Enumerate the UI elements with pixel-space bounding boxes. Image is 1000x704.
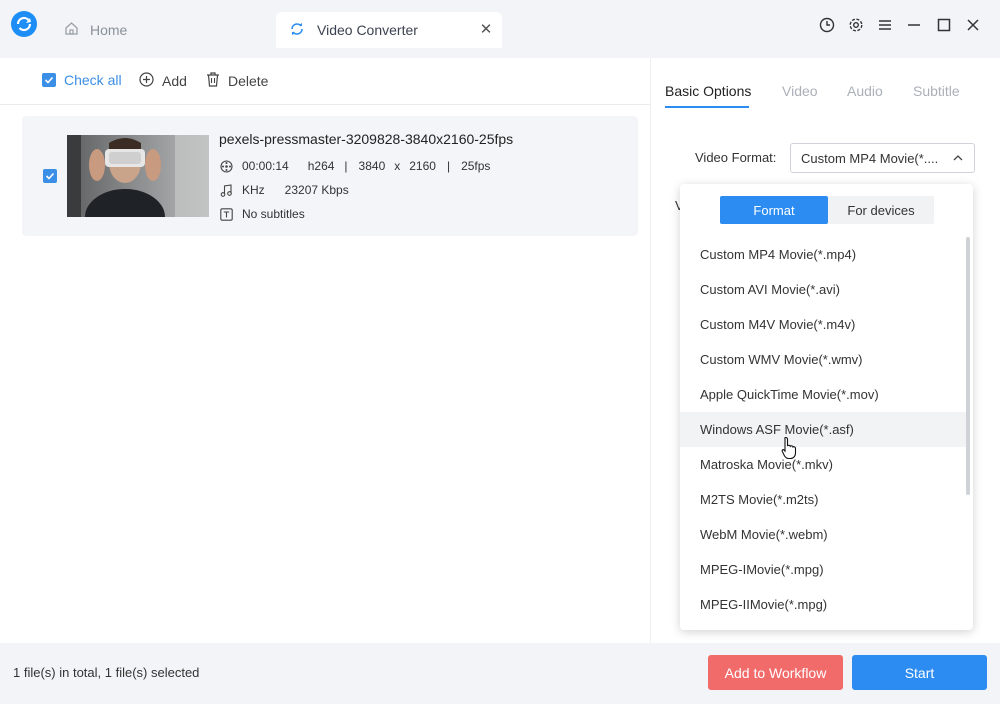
active-tab-indicator bbox=[665, 106, 749, 108]
video-format-select[interactable]: Custom MP4 Movie(*.... bbox=[790, 143, 975, 173]
file-item-checkbox[interactable] bbox=[43, 169, 57, 183]
maximize-icon[interactable] bbox=[933, 14, 955, 36]
format-option[interactable]: Custom MP4 Movie(*.mp4) bbox=[680, 237, 968, 272]
file-item[interactable]: pexels-pressmaster-3209828-3840x2160-25f… bbox=[22, 116, 638, 236]
video-thumbnail[interactable] bbox=[67, 135, 209, 217]
audio-meta-row: KHz 23207 Kbps bbox=[219, 183, 349, 197]
chevron-up-icon bbox=[952, 152, 964, 164]
format-options-list: Custom MP4 Movie(*.mp4) Custom AVI Movie… bbox=[680, 237, 968, 622]
video-meta-row: 00:00:14 h264 | 3840 x 2160 | 25fps bbox=[219, 159, 490, 173]
video-width: 3840 bbox=[358, 159, 386, 173]
check-all-button[interactable]: Check all bbox=[42, 72, 122, 88]
tab-video-converter[interactable]: Video Converter ✕ bbox=[276, 12, 502, 48]
video-format-label: Video Format: bbox=[695, 150, 777, 165]
delete-label: Delete bbox=[228, 73, 269, 89]
music-note-icon bbox=[219, 183, 233, 197]
format-option[interactable]: MPEG-IMovie(*.mpg) bbox=[680, 552, 968, 587]
film-reel-icon bbox=[219, 159, 233, 173]
start-button[interactable]: Start bbox=[852, 655, 987, 690]
history-icon[interactable] bbox=[816, 14, 838, 36]
separator: | bbox=[446, 159, 451, 173]
add-to-workflow-button[interactable]: Add to Workflow bbox=[708, 655, 843, 690]
audio-bitrate: 23207 Kbps bbox=[284, 183, 349, 197]
trash-icon bbox=[206, 72, 220, 90]
format-option[interactable]: Custom M4V Movie(*.m4v) bbox=[680, 307, 968, 342]
video-format-value: Custom MP4 Movie(*.... bbox=[801, 150, 939, 166]
format-option[interactable]: Matroska Movie(*.mkv) bbox=[680, 447, 968, 482]
format-segmented-control: Format For devices bbox=[720, 196, 934, 224]
tab-basic-options[interactable]: Basic Options bbox=[665, 83, 751, 99]
tab-subtitle[interactable]: Subtitle bbox=[913, 83, 960, 99]
menu-icon[interactable] bbox=[874, 14, 896, 36]
format-option[interactable]: M2TS Movie(*.m2ts) bbox=[680, 482, 968, 517]
dropdown-scrollbar[interactable] bbox=[966, 237, 970, 495]
format-option[interactable]: Custom WMV Movie(*.wmv) bbox=[680, 342, 968, 377]
tab-video-converter-label: Video Converter bbox=[317, 22, 418, 38]
home-icon bbox=[64, 21, 79, 39]
file-list-panel: Check all Add Delete pexels-pressmaster-… bbox=[0, 58, 650, 643]
add-button[interactable]: Add bbox=[139, 72, 187, 90]
check-all-checkbox[interactable] bbox=[42, 73, 56, 87]
file-toolbar: Check all Add Delete bbox=[0, 58, 650, 105]
audio-rate: KHz bbox=[242, 183, 265, 197]
delete-button[interactable]: Delete bbox=[206, 72, 268, 90]
video-format-dropdown: Format For devices Custom MP4 Movie(*.mp… bbox=[680, 184, 973, 630]
segment-format[interactable]: Format bbox=[720, 196, 828, 224]
segment-for-devices[interactable]: For devices bbox=[828, 196, 934, 224]
format-option[interactable]: Custom AVI Movie(*.avi) bbox=[680, 272, 968, 307]
video-duration: 00:00:14 bbox=[242, 159, 289, 173]
format-option[interactable]: WebM Movie(*.webm) bbox=[680, 517, 968, 552]
add-circle-icon bbox=[139, 72, 154, 90]
minimize-icon[interactable] bbox=[903, 14, 925, 36]
tab-home-label: Home bbox=[90, 22, 128, 38]
settings-gear-icon[interactable] bbox=[845, 14, 867, 36]
tab-video[interactable]: Video bbox=[782, 83, 818, 99]
separator: | bbox=[344, 159, 348, 173]
add-label: Add bbox=[162, 73, 187, 89]
title-bar: Home Video Converter ✕ bbox=[0, 0, 1000, 58]
close-window-icon[interactable] bbox=[962, 14, 984, 36]
format-option[interactable]: MPEG-IIMovie(*.mpg) bbox=[680, 587, 968, 622]
subtitle-text-icon bbox=[219, 207, 233, 221]
video-codec: h264 bbox=[307, 159, 335, 173]
subtitle-meta-row: No subtitles bbox=[219, 207, 305, 221]
video-fps: 25fps bbox=[461, 159, 491, 173]
selection-status: 1 file(s) in total, 1 file(s) selected bbox=[13, 665, 200, 680]
tab-audio[interactable]: Audio bbox=[847, 83, 883, 99]
tab-home[interactable]: Home bbox=[64, 20, 127, 40]
dimension-x: x bbox=[394, 159, 401, 173]
file-name: pexels-pressmaster-3209828-3840x2160-25f… bbox=[219, 131, 514, 147]
convert-icon bbox=[289, 21, 305, 40]
check-all-label: Check all bbox=[64, 72, 122, 88]
format-option-hovered[interactable]: Windows ASF Movie(*.asf) bbox=[680, 412, 968, 447]
subtitles-status: No subtitles bbox=[242, 207, 305, 221]
format-option[interactable]: Apple QuickTime Movie(*.mov) bbox=[680, 377, 968, 412]
status-bar: 1 file(s) in total, 1 file(s) selected A… bbox=[0, 643, 1000, 704]
close-tab-icon[interactable]: ✕ bbox=[478, 21, 494, 38]
video-height: 2160 bbox=[409, 159, 436, 173]
app-logo-icon bbox=[11, 11, 37, 37]
hand-pointer-cursor-icon bbox=[781, 436, 797, 460]
